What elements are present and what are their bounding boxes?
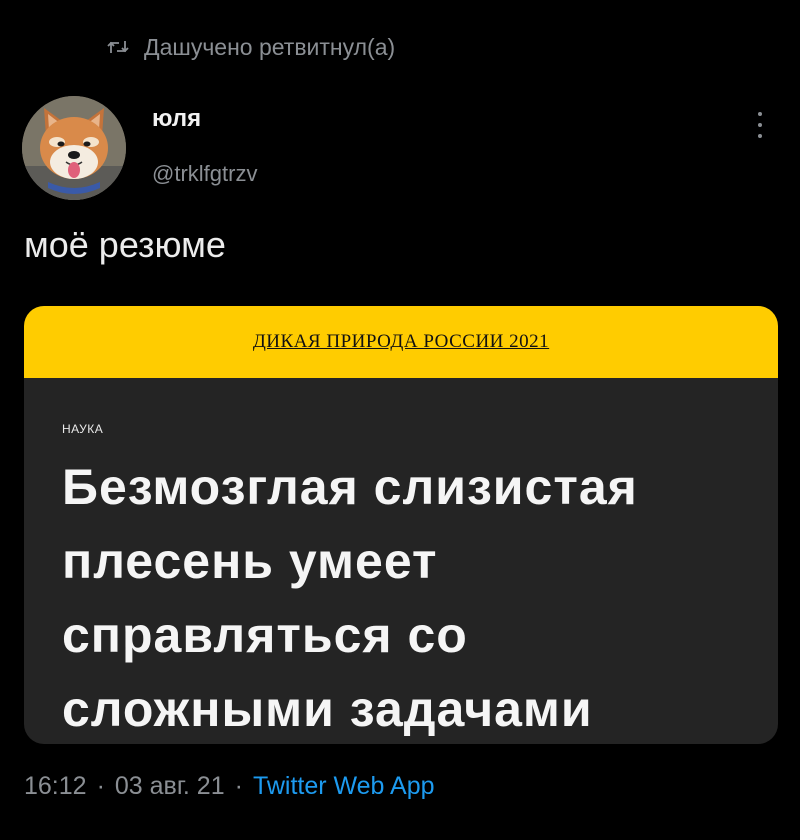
author-name[interactable]: юля [152,104,257,134]
meta-separator: · [234,772,243,800]
author-block[interactable]: юля @trklfgtrzv [152,104,257,188]
author-handle[interactable]: @trklfgtrzv [152,160,257,188]
card-banner: ДИКАЯ ПРИРОДА РОССИИ 2021 [24,306,778,378]
card-banner-text: ДИКАЯ ПРИРОДА РОССИИ 2021 [252,331,550,352]
card-title: Безмозглая слизистая плесень умеет справ… [62,459,638,737]
retweet-icon [107,41,129,53]
more-dot [758,134,762,138]
more-options-icon[interactable] [752,110,768,140]
tweet-source-link[interactable]: Twitter Web App [253,772,435,801]
avatar[interactable] [22,96,126,200]
meta-separator: · [96,772,105,800]
shiba-dog-avatar [22,96,126,200]
retweet-text: Дашучено ретвитнул(а) [144,33,396,60]
card-body: НАУКА Безмозглая слизистая плесень умеет… [24,378,778,744]
tweet-time[interactable]: 16:12 [24,772,87,801]
tweet-detail-page: Дашучено ретвитнул(а) юля @trklfgtrzv мо… [0,0,800,840]
tweet-text: моё резюме [24,224,226,265]
more-dot [758,123,762,127]
card-category: НАУКА [62,422,104,436]
attached-image-card[interactable]: ДИКАЯ ПРИРОДА РОССИИ 2021 НАУКА Безмозгл… [24,306,778,744]
more-dot [758,112,762,116]
tweet-date[interactable]: 03 авг. 21 [115,772,225,801]
retweet-indicator[interactable]: Дашучено ретвитнул(а) [106,30,395,64]
tweet-meta: 16:12 · 03 авг. 21 · Twitter Web App [24,772,435,801]
